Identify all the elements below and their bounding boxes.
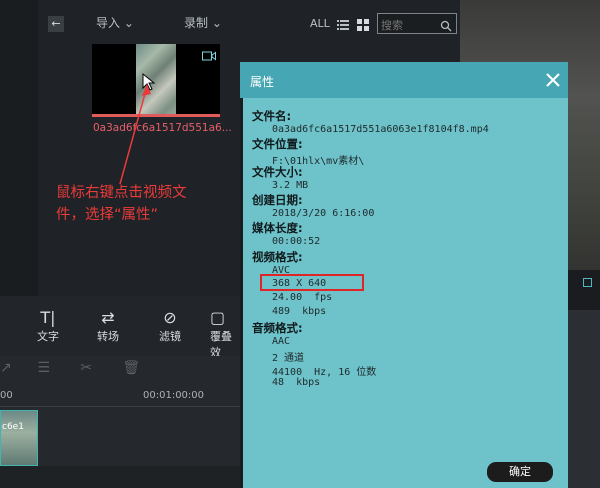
filter-tool-button[interactable]: ⊘ 滤镜 bbox=[154, 308, 186, 344]
duration-value: 00:00:52 bbox=[272, 236, 321, 247]
audio-sample: 44100 Hz, 16 位数 bbox=[272, 367, 377, 378]
pointer-icon[interactable]: ↗ bbox=[0, 360, 12, 376]
media-sidebar bbox=[0, 0, 38, 296]
timeline-toolbar: ↗ ☰ ✂ 🗑 bbox=[0, 360, 140, 376]
created-value: 2018/3/20 6:16:00 bbox=[272, 208, 375, 219]
text-icon: T| bbox=[40, 308, 56, 327]
chevron-down-icon: ⌄ bbox=[211, 16, 222, 30]
size-value: 3.2 MB bbox=[272, 180, 309, 191]
back-arrow-icon: ← bbox=[51, 17, 61, 30]
filter-icon: ⊘ bbox=[163, 308, 177, 327]
overlay-tool-button[interactable]: ▢ 覆叠效 bbox=[210, 308, 242, 360]
close-button[interactable] bbox=[543, 70, 563, 90]
timeline-clip[interactable] bbox=[0, 410, 38, 466]
audio-format-label: 音频格式: bbox=[252, 321, 303, 335]
audio-bitrate: 48 kbps bbox=[272, 377, 321, 388]
filename-label: 文件名: bbox=[252, 109, 292, 123]
list-view-icon[interactable] bbox=[337, 16, 349, 30]
ok-button[interactable]: 确定 bbox=[487, 462, 553, 482]
video-camera-icon bbox=[202, 46, 216, 65]
transition-icon: ⇄ bbox=[101, 308, 115, 327]
timecode-start: 00 bbox=[0, 390, 13, 401]
search-icon[interactable] bbox=[440, 17, 452, 32]
back-button[interactable]: ← bbox=[48, 16, 64, 32]
audio-track bbox=[0, 466, 240, 488]
annotation-text: 鼠标右键点击视频文 件，选择“属性” bbox=[56, 182, 216, 226]
video-format-label: 视频格式: bbox=[252, 250, 303, 264]
adjust-icon[interactable]: ☰ bbox=[38, 360, 51, 376]
audio-codec: AAC bbox=[272, 336, 291, 347]
annotation-arrow bbox=[119, 84, 151, 185]
close-icon bbox=[546, 73, 560, 87]
grid-view-icon[interactable] bbox=[357, 16, 369, 31]
clip-label: c6e1 bbox=[2, 422, 24, 432]
video-bitrate: 489 kbps bbox=[272, 306, 327, 317]
dialog-title: 属性 bbox=[250, 75, 275, 89]
annotation-line-2: 件，选择“属性” bbox=[56, 207, 159, 223]
filter-all[interactable]: ALL bbox=[310, 17, 330, 30]
filename-value: 0a3ad6fc6a1517d551a6063e1f8104f8.mp4 bbox=[272, 124, 489, 135]
search-input[interactable] bbox=[378, 17, 439, 34]
transition-tool-button[interactable]: ⇄ 转场 bbox=[92, 308, 124, 344]
trash-icon[interactable]: 🗑 bbox=[122, 360, 140, 376]
location-label: 文件位置: bbox=[252, 137, 303, 151]
timecode-one-minute: 00:01:00:00 bbox=[143, 390, 205, 401]
dialog-header bbox=[240, 62, 568, 98]
created-label: 创建日期: bbox=[252, 193, 303, 207]
overlay-icon: ▢ bbox=[210, 308, 226, 327]
size-label: 文件大小: bbox=[252, 165, 303, 179]
annotation-line-1: 鼠标右键点击视频文 bbox=[56, 185, 187, 201]
import-menu[interactable]: 导入 ⌄ bbox=[96, 14, 134, 31]
scissors-icon[interactable]: ✂ bbox=[80, 360, 92, 376]
audio-channels: 2 通道 bbox=[272, 353, 305, 364]
fullscreen-icon[interactable] bbox=[583, 278, 592, 287]
duration-label: 媒体长度: bbox=[252, 221, 303, 235]
video-fps: 24.00 fps bbox=[272, 292, 333, 303]
search-box[interactable] bbox=[377, 13, 457, 34]
chevron-down-icon: ⌄ bbox=[123, 16, 134, 30]
record-menu[interactable]: 录制 ⌄ bbox=[184, 14, 222, 31]
resolution-highlight bbox=[260, 274, 364, 291]
text-tool-button[interactable]: T| 文字 bbox=[33, 308, 63, 344]
